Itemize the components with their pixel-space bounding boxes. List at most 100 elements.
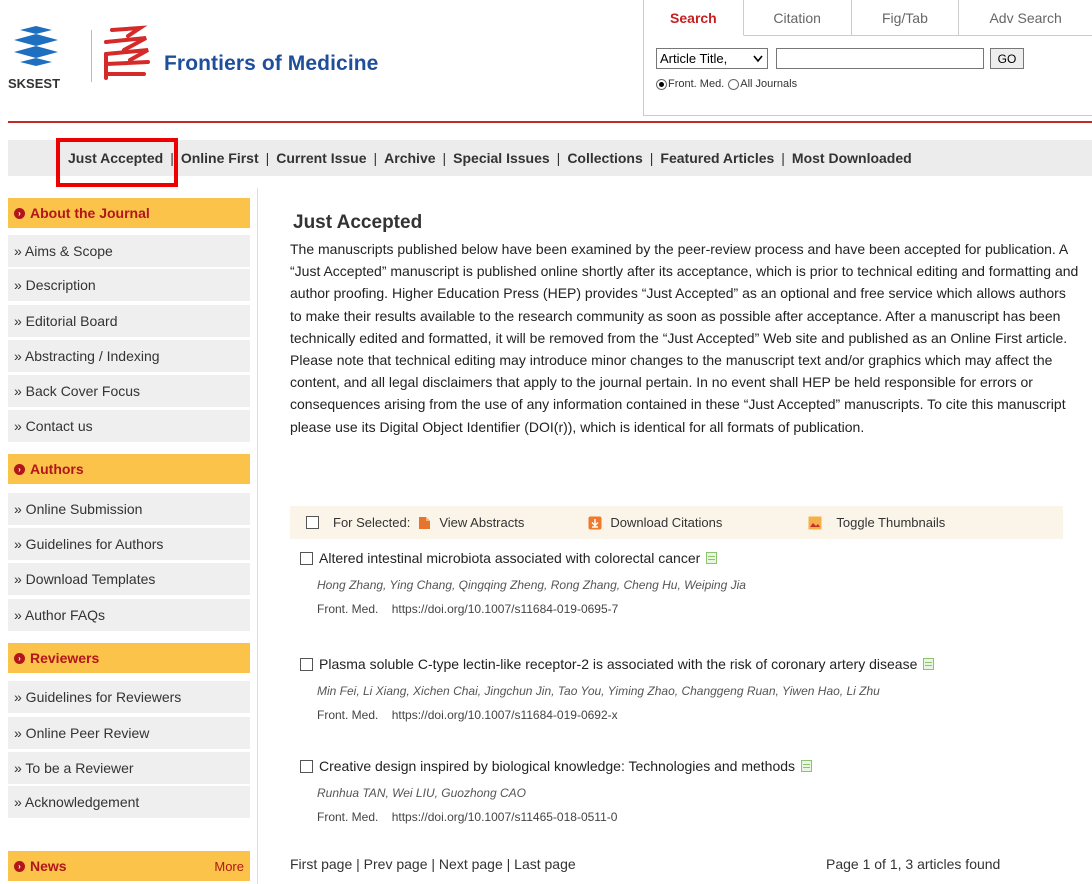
nav-separator: | — [556, 150, 561, 166]
toggle-thumbnails-label: Toggle Thumbnails — [836, 515, 946, 530]
download-citations-label: Download Citations — [610, 515, 723, 530]
sidebar-heading-about[interactable]: › About the Journal — [8, 198, 250, 228]
sidebar-heading-label: Reviewers — [30, 650, 100, 666]
article-citation: Front. Med. https://doi.org/10.1007/s114… — [317, 810, 1080, 824]
page-title: Just Accepted — [293, 212, 423, 233]
article-doi-link[interactable]: https://doi.org/10.1007/s11684-019-0695-… — [392, 602, 619, 616]
sidebar-heading-news[interactable]: › News More — [8, 851, 250, 881]
article-item: Creative design inspired by biological k… — [300, 756, 1080, 824]
nav-separator: | — [442, 150, 447, 166]
sidebar-item-download-templates[interactable]: » Download Templates — [8, 563, 250, 595]
radio-all-journals[interactable] — [728, 78, 740, 90]
sidebar-heading-label: About the Journal — [30, 205, 150, 221]
nav-separator: | — [781, 150, 785, 166]
journal-logo[interactable] — [100, 24, 158, 84]
sidebar-item-online-submission[interactable]: » Online Submission — [8, 493, 250, 525]
search-field-value: Article Title, — [660, 51, 728, 66]
sidebar-item-back-cover-focus[interactable]: » Back Cover Focus — [8, 375, 250, 407]
svg-text:SKSEST: SKSEST — [8, 76, 60, 91]
article-title-link[interactable]: Altered intestinal microbiota associated… — [319, 550, 700, 566]
sidebar-heading-authors[interactable]: › Authors — [8, 454, 250, 484]
nav-current-issue[interactable]: Current Issue — [276, 150, 366, 166]
tab-fig-tab[interactable]: Fig/Tab — [852, 0, 960, 35]
pager-separator: | — [431, 856, 439, 872]
nav-collections[interactable]: Collections — [567, 150, 642, 166]
article-citation: Front. Med. https://doi.org/10.1007/s116… — [317, 602, 1080, 616]
header-divider — [8, 121, 1092, 123]
tab-search[interactable]: Search — [644, 0, 744, 36]
news-more-link[interactable]: More — [214, 859, 244, 874]
article-title-link[interactable]: Plasma soluble C-type lectin-like recept… — [319, 656, 917, 672]
radio-front-med-label: Front. Med. — [668, 78, 725, 90]
view-abstracts-label: View Abstracts — [439, 515, 525, 530]
download-citations-button[interactable]: Download Citations — [588, 515, 722, 530]
select-all-checkbox[interactable] — [306, 516, 319, 529]
sidebar-item-contact-us[interactable]: » Contact us — [8, 410, 250, 442]
article-checkbox[interactable] — [300, 551, 313, 565]
next-page-link[interactable]: Next page — [439, 856, 503, 872]
article-doi-link[interactable]: https://doi.org/10.1007/s11465-018-0511-… — [392, 810, 618, 824]
nav-featured-articles[interactable]: Featured Articles — [660, 150, 774, 166]
sidebar-item-to-be-reviewer[interactable]: » To be a Reviewer — [8, 752, 250, 784]
nav-online-first[interactable]: Online First — [181, 150, 259, 166]
nav-separator: | — [373, 150, 378, 166]
nav-separator: | — [265, 150, 270, 166]
annotation-highlight-box — [56, 138, 178, 187]
search-input[interactable] — [776, 48, 984, 69]
nav-separator: | — [649, 150, 654, 166]
sidebar-item-guidelines-reviewers[interactable]: » Guidelines for Reviewers — [8, 681, 250, 713]
chevron-right-icon: › — [14, 652, 25, 664]
publisher-logo[interactable]: SKSEST — [6, 22, 86, 94]
chevron-right-icon: › — [14, 860, 25, 872]
article-checkbox[interactable] — [300, 657, 313, 671]
view-abstracts-button[interactable]: View Abstracts — [418, 515, 524, 530]
article-authors: Runhua TAN, Wei LIU, Guozhong CAO — [317, 786, 526, 800]
article-doi-link[interactable]: https://doi.org/10.1007/s11684-019-0692-… — [392, 708, 618, 722]
sidebar-item-description[interactable]: » Description — [8, 269, 250, 301]
go-button[interactable]: GO — [990, 48, 1024, 69]
nav-special-issues[interactable]: Special Issues — [453, 150, 550, 166]
nav-most-downloaded[interactable]: Most Downloaded — [792, 150, 912, 166]
article-authors: Hong Zhang, Ying Chang, Qingqing Zheng, … — [317, 578, 746, 592]
article-authors: Min Fei, Li Xiang, Xichen Chai, Jingchun… — [317, 684, 880, 698]
search-panel: Search Citation Fig/Tab Adv Search Artic… — [643, 0, 1092, 116]
article-item: Altered intestinal microbiota associated… — [300, 548, 1080, 616]
tab-adv-search[interactable]: Adv Search — [959, 0, 1092, 35]
site-title[interactable]: Frontiers of Medicine — [164, 52, 378, 76]
chevron-right-icon: › — [14, 463, 25, 475]
search-row: Article Title, GO — [656, 48, 1024, 69]
sidebar-item-abstracting-indexing[interactable]: » Abstracting / Indexing — [8, 340, 250, 372]
sidebar-heading-label: Authors — [30, 461, 84, 477]
nav-archive[interactable]: Archive — [384, 150, 435, 166]
sidebar-item-guidelines-authors[interactable]: » Guidelines for Authors — [8, 528, 250, 560]
radio-front-med[interactable] — [656, 78, 667, 90]
search-field-select[interactable]: Article Title, — [656, 48, 768, 69]
sidebar-heading-label: News — [30, 858, 67, 874]
radio-all-journals-label: All Journals — [740, 78, 798, 90]
full-text-icon[interactable] — [923, 658, 935, 670]
header: SKSEST Frontiers of Medicine Search Cita… — [0, 0, 1092, 118]
full-text-icon[interactable] — [706, 552, 718, 564]
tab-citation[interactable]: Citation — [744, 0, 852, 35]
article-citation: Front. Med. https://doi.org/10.1007/s116… — [317, 708, 1080, 722]
sidebar-item-author-faqs[interactable]: » Author FAQs — [8, 599, 250, 631]
article-journal: Front. Med. — [317, 708, 379, 722]
for-selected-label: For Selected: — [333, 515, 411, 530]
toggle-thumbnails-button[interactable]: Toggle Thumbnails — [808, 515, 945, 530]
sidebar-item-aims-scope[interactable]: » Aims & Scope — [8, 235, 250, 267]
full-text-icon[interactable] — [801, 760, 813, 772]
last-page-link[interactable]: Last page — [514, 856, 576, 872]
sidebar-item-editorial-board[interactable]: » Editorial Board — [8, 305, 250, 337]
pager-separator: | — [356, 856, 364, 872]
article-item: Plasma soluble C-type lectin-like recept… — [300, 654, 1080, 722]
sidebar-item-online-peer-review[interactable]: » Online Peer Review — [8, 717, 250, 749]
first-page-link[interactable]: First page — [290, 856, 352, 872]
prev-page-link[interactable]: Prev page — [364, 856, 428, 872]
search-tabs: Search Citation Fig/Tab Adv Search — [644, 0, 1092, 36]
document-icon — [419, 516, 431, 529]
article-title-link[interactable]: Creative design inspired by biological k… — [319, 758, 795, 774]
sidebar-item-acknowledgement[interactable]: » Acknowledgement — [8, 786, 250, 818]
sidebar-heading-reviewers[interactable]: › Reviewers — [8, 643, 250, 673]
article-checkbox[interactable] — [300, 759, 313, 773]
pagination: First page | Prev page | Next page | Las… — [290, 856, 576, 872]
